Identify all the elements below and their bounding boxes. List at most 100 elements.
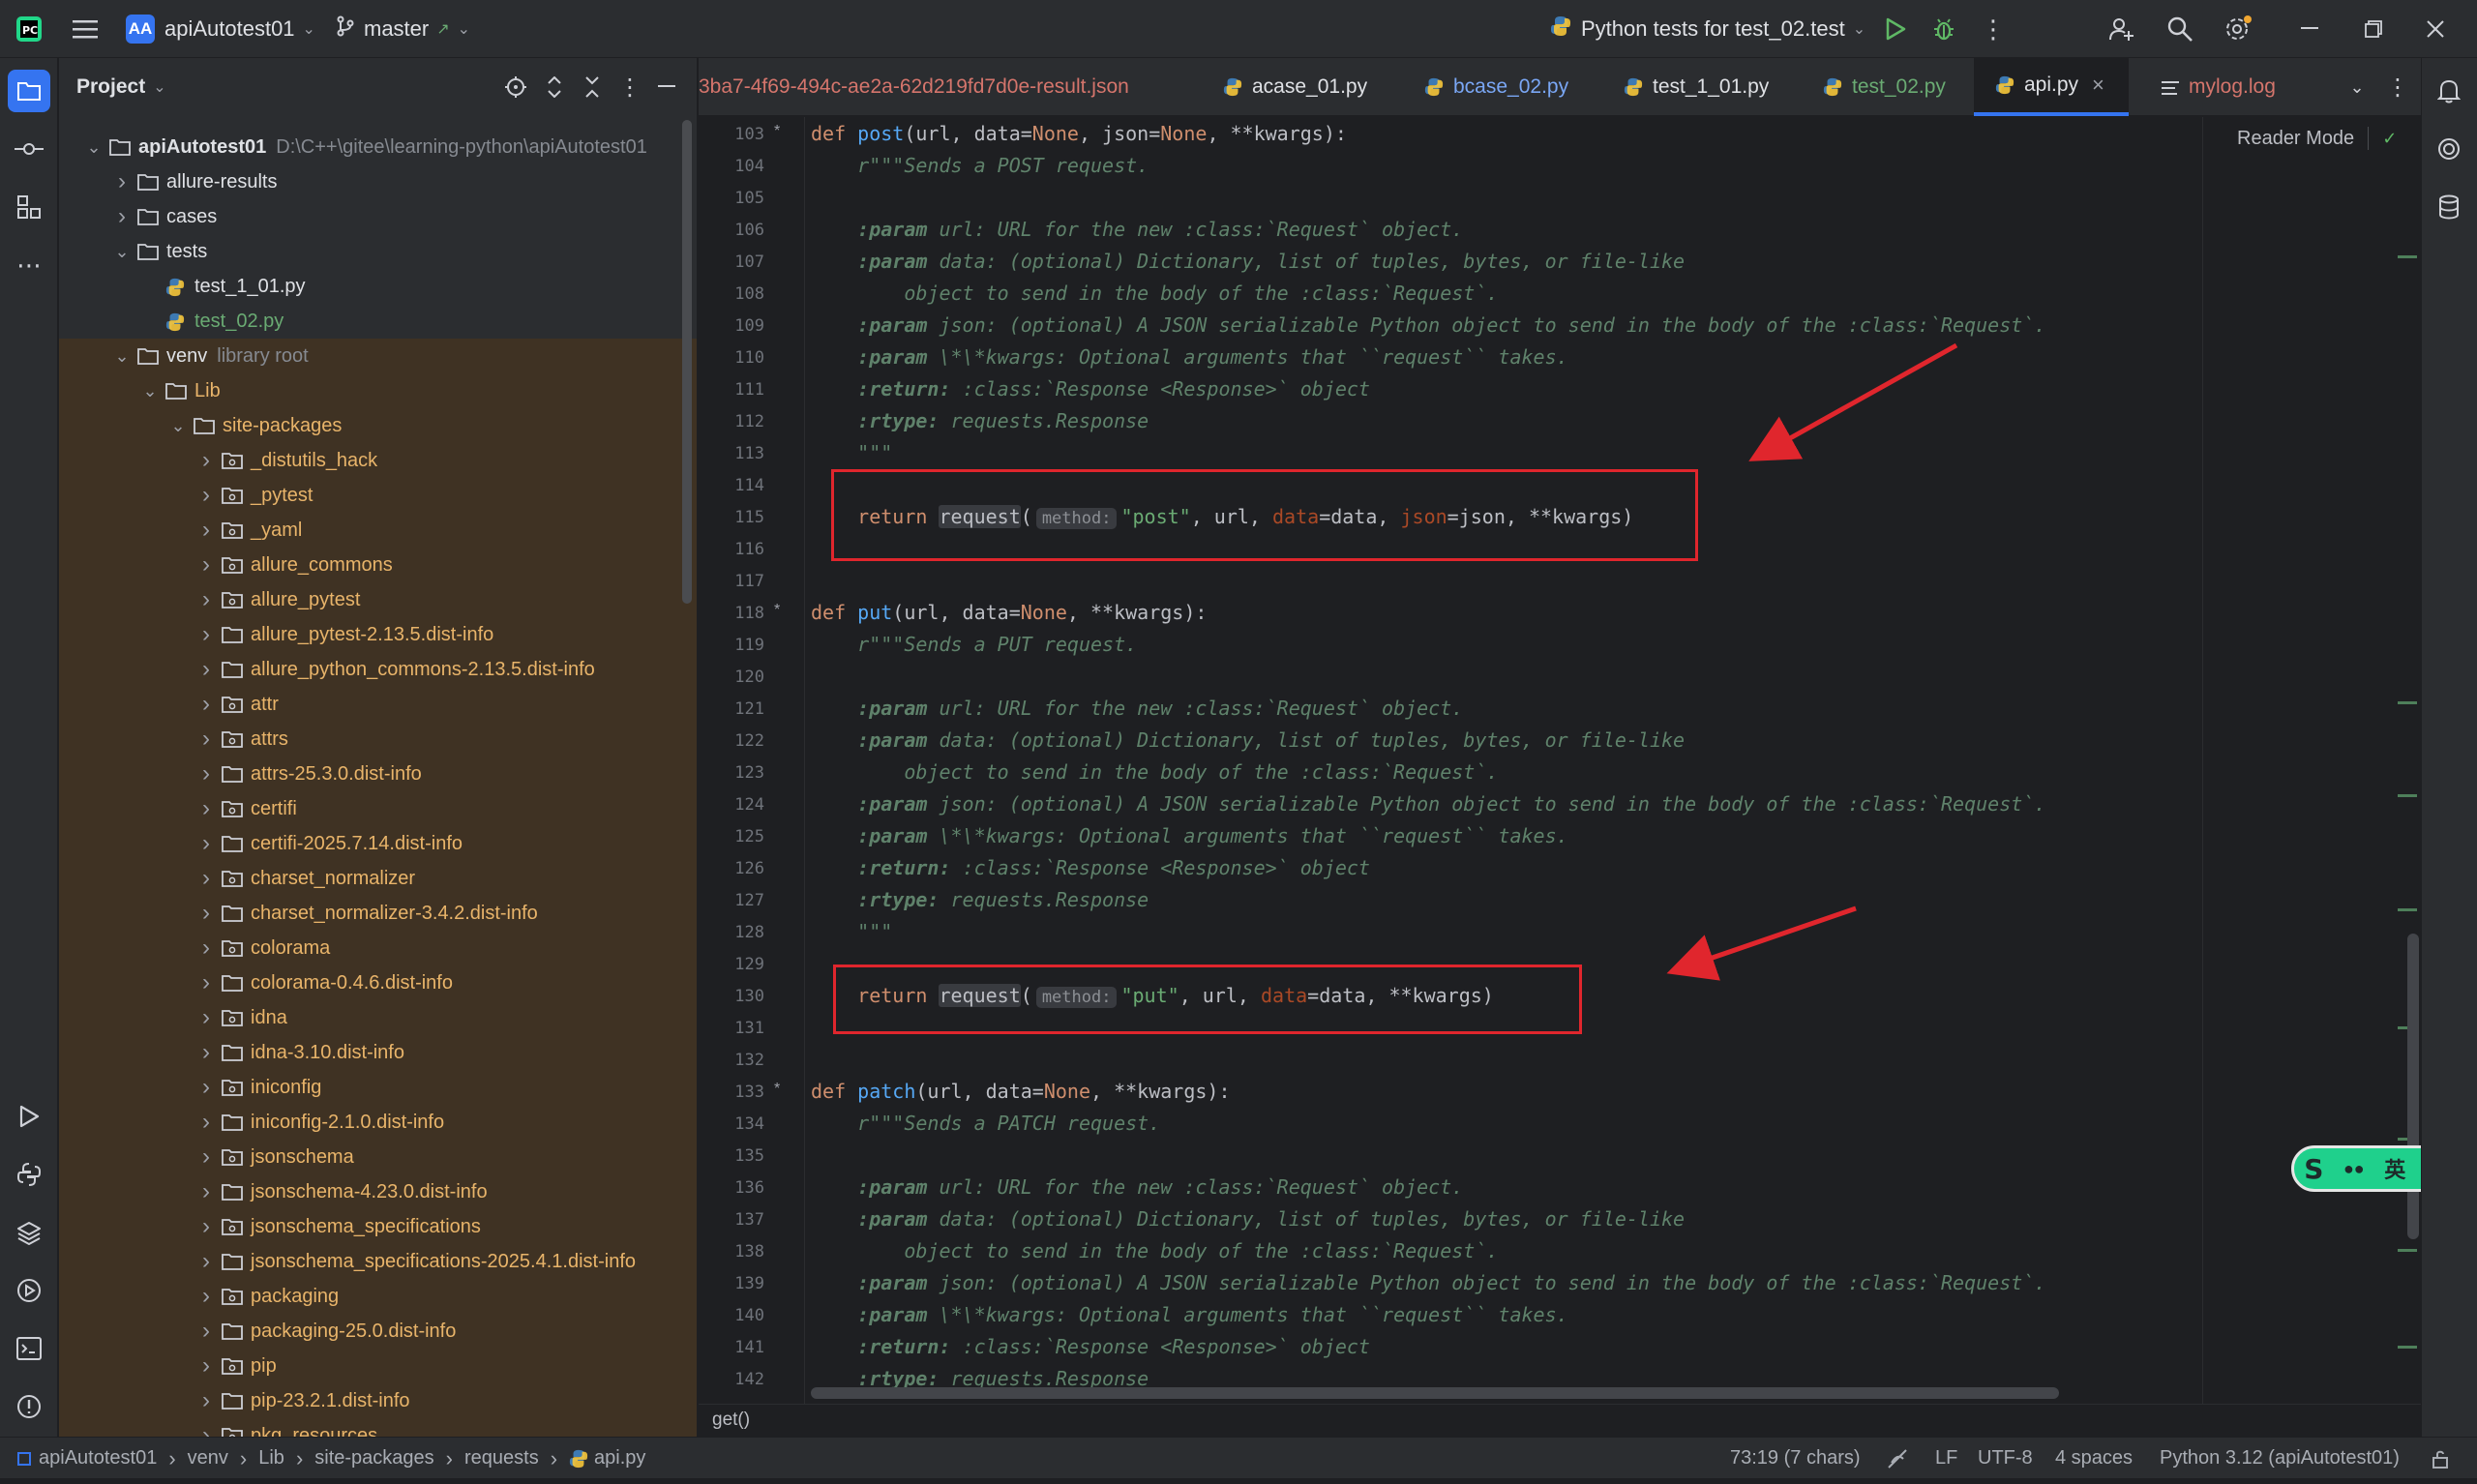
tree-item[interactable]: › iniconfig [59, 1070, 697, 1105]
tree-item[interactable]: › attrs [59, 722, 697, 757]
chevron-right-icon[interactable]: › [196, 830, 216, 856]
chevron-down-icon[interactable]: ⌄ [153, 77, 165, 97]
project-scrollbar[interactable] [682, 120, 692, 604]
problems-icon[interactable] [8, 1385, 50, 1428]
tree-item[interactable]: › jsonschema_specifications [59, 1209, 697, 1244]
tree-item[interactable]: ⌄ apiAutotest01 D:\C++\gitee\learning-pyth… [59, 130, 697, 164]
tab-api-py[interactable]: api.py × [1974, 58, 2129, 116]
chevron-down-icon[interactable]: ⌄ [168, 416, 188, 435]
file-encoding[interactable]: UTF-8 [1978, 1438, 2033, 1479]
tab-test-02-py[interactable]: test_02.py [1802, 58, 1964, 116]
chevron-right-icon[interactable]: › [196, 691, 216, 717]
chevron-right-icon[interactable]: › [196, 517, 216, 543]
chevron-right-icon[interactable]: › [196, 1387, 216, 1413]
run-config-selector[interactable]: Python tests for test_02.test ⌄ [1550, 0, 1865, 58]
tree-item[interactable]: › charset_normalizer-3.4.2.dist-info [59, 896, 697, 931]
chevron-right-icon[interactable]: › [112, 168, 132, 194]
chevron-right-icon[interactable]: › [196, 586, 216, 612]
project-panel-title[interactable]: Project [76, 75, 145, 99]
chevron-right-icon[interactable]: › [196, 1213, 216, 1239]
chevron-right-icon[interactable]: › [196, 1283, 216, 1309]
tree-item[interactable]: › pkg_resources [59, 1418, 697, 1437]
tree-item[interactable]: › cases [59, 199, 697, 234]
chevron-right-icon[interactable]: › [196, 482, 216, 508]
tree-item[interactable]: ⌄ tests [59, 234, 697, 269]
ai-assistant-icon[interactable] [2428, 128, 2470, 170]
tab-acase-01-py[interactable]: acase_01.py [1202, 58, 1386, 116]
chevron-right-icon[interactable]: › [196, 795, 216, 821]
chevron-right-icon[interactable]: › [196, 1422, 216, 1437]
chevron-right-icon[interactable]: › [196, 1074, 216, 1100]
status-path-item[interactable]: api.py [594, 1447, 645, 1469]
caret-position[interactable]: 73:19 (7 chars) [1730, 1438, 1861, 1479]
status-path-item[interactable]: Lib [258, 1447, 284, 1469]
tab-test-1-01-py[interactable]: test_1_01.py [1602, 58, 1792, 116]
main-menu-icon[interactable] [70, 15, 101, 43]
settings-gear-icon[interactable] [2222, 14, 2254, 45]
hide-panel-icon[interactable] [652, 74, 681, 101]
tree-item[interactable]: › pip [59, 1349, 697, 1383]
tree-item[interactable]: › packaging [59, 1279, 697, 1314]
chevron-right-icon[interactable]: › [196, 621, 216, 647]
tab-mylog-log[interactable]: mylog.log [2140, 58, 2324, 116]
tree-item[interactable]: › allure_pytest [59, 582, 697, 617]
commit-icon[interactable] [8, 128, 50, 170]
lock-icon[interactable] [2431, 1438, 2452, 1479]
tree-item[interactable]: › jsonschema_specifications-2025.4.1.dist… [59, 1244, 697, 1279]
structure-icon[interactable] [8, 186, 50, 228]
tree-item[interactable]: › attr [59, 687, 697, 722]
restore-icon[interactable] [2357, 14, 2390, 45]
locate-file-icon[interactable] [501, 74, 530, 101]
collapse-all-icon[interactable] [578, 74, 607, 101]
tree-item[interactable]: › idna [59, 1000, 697, 1035]
close-icon[interactable] [2419, 14, 2452, 45]
code-breadcrumb-function[interactable]: get() [712, 1410, 750, 1431]
project-switcher[interactable]: AA apiAutotest01 ⌄ [126, 0, 315, 58]
run-icon[interactable] [1881, 15, 1910, 43]
tree-item[interactable]: › iniconfig-2.1.0.dist-info [59, 1105, 697, 1140]
more-actions-icon[interactable]: ⋮ [1981, 15, 2006, 44]
tree-item[interactable]: › colorama-0.4.6.dist-info [59, 965, 697, 1000]
project-folder-icon[interactable] [8, 70, 50, 112]
notifications-icon[interactable] [2428, 70, 2470, 112]
chevron-right-icon[interactable]: › [196, 1352, 216, 1379]
code-editor[interactable]: 103 * 104 105 106 107 108 109 110 111 112 113 114 115… [699, 117, 2421, 1404]
debug-icon[interactable] [1929, 15, 1958, 43]
tab-3ba7-4f69-494c-ae2a-62d219fd7d0e-result-json[interactable]: 3ba7-4f69-494c-ae2a-62d219fd7d0e-result.… [699, 58, 1182, 116]
python-console-icon[interactable] [8, 1153, 50, 1196]
readonly-toggle-icon[interactable] [1887, 1438, 1908, 1479]
services-icon[interactable] [8, 1269, 50, 1312]
chevron-right-icon[interactable]: › [196, 900, 216, 926]
chevron-down-icon[interactable]: ⌄ [112, 346, 132, 366]
tree-item[interactable]: › packaging-25.0.dist-info [59, 1314, 697, 1349]
chevron-right-icon[interactable]: › [196, 447, 216, 473]
chevron-right-icon[interactable]: › [196, 1039, 216, 1065]
chevron-down-icon[interactable]: ⌄ [84, 137, 104, 157]
status-path-item[interactable]: venv [188, 1447, 228, 1469]
chevron-right-icon[interactable]: › [196, 969, 216, 995]
branch-switcher[interactable]: master ↗ ⌄ [337, 0, 470, 58]
run-tool-icon[interactable] [8, 1095, 50, 1138]
tree-item[interactable]: › _yaml [59, 513, 697, 548]
tree-item[interactable]: › allure_commons [59, 548, 697, 582]
chevron-down-icon[interactable]: ⌄ [112, 242, 132, 261]
tree-item[interactable]: › charset_normalizer [59, 861, 697, 896]
chevron-right-icon[interactable]: › [196, 935, 216, 961]
expand-all-icon[interactable] [540, 74, 569, 101]
terminal-icon[interactable] [8, 1327, 50, 1370]
python-interpreter[interactable]: Python 3.12 (apiAutotest01) [2160, 1438, 2400, 1479]
layers-icon[interactable] [8, 1211, 50, 1254]
tab-list-chevron-icon[interactable]: ⌄ [2343, 74, 2371, 101]
chevron-right-icon[interactable]: › [196, 865, 216, 891]
chevron-right-icon[interactable]: › [196, 551, 216, 578]
chevron-down-icon[interactable]: ⌄ [140, 381, 160, 401]
tree-item[interactable]: › certifi [59, 791, 697, 826]
tree-item[interactable]: › colorama [59, 931, 697, 965]
tree-item[interactable]: test_1_01.py [59, 269, 697, 304]
chevron-right-icon[interactable]: › [196, 1318, 216, 1344]
chevron-right-icon[interactable]: › [112, 203, 132, 229]
chevron-right-icon[interactable]: › [196, 1178, 216, 1204]
database-icon[interactable] [2428, 186, 2470, 228]
status-path-item[interactable]: requests [464, 1447, 539, 1469]
indent-setting[interactable]: 4 spaces [2055, 1438, 2133, 1479]
